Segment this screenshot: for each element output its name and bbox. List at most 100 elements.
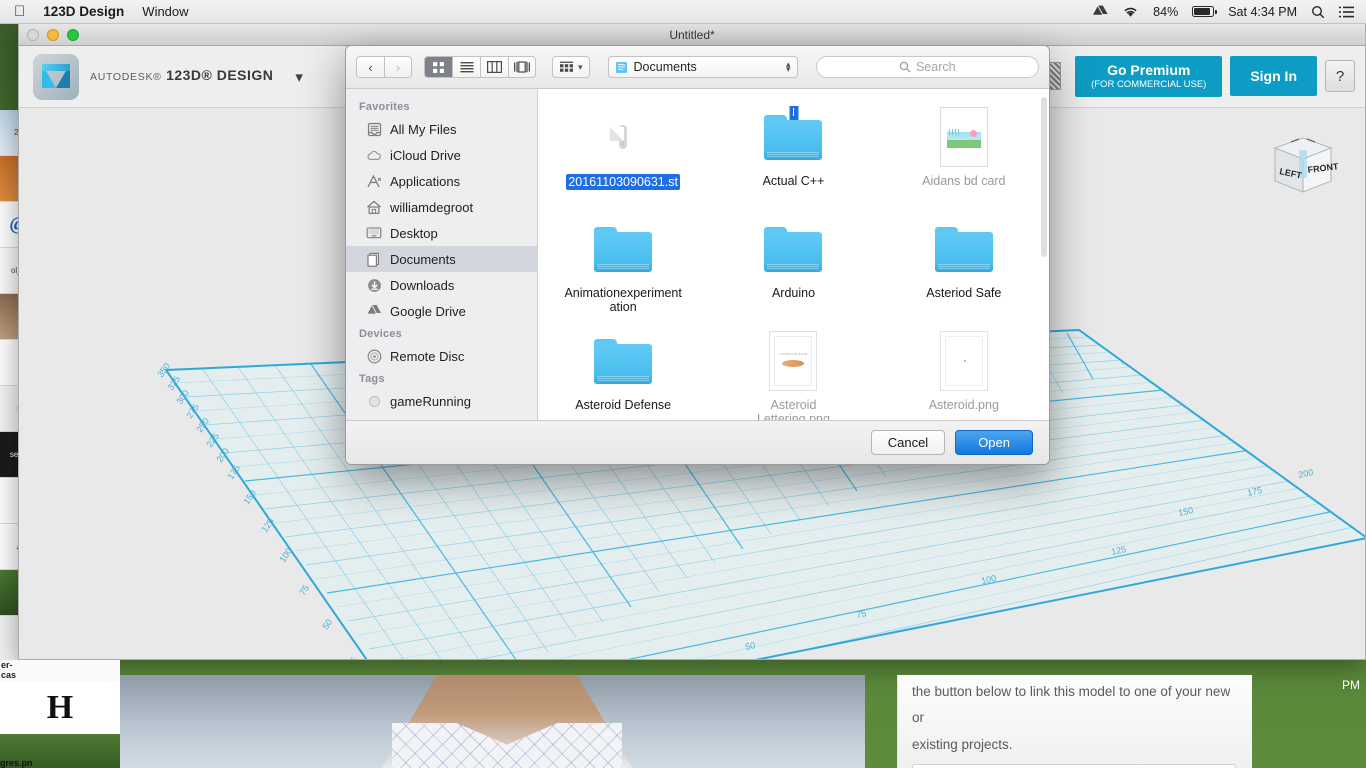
cancel-button[interactable]: Cancel: [870, 430, 946, 455]
svg-text:25: 25: [345, 655, 359, 659]
sidebar-item-desktop[interactable]: Desktop: [346, 220, 537, 246]
file-grid: 20161103090631.st l Actual C++ Aidans bd…: [538, 99, 1049, 420]
macos-menu-bar:  123D Design Window 84% Sat 4:34 PM: [0, 0, 1366, 24]
file-browser-pane[interactable]: 20161103090631.st l Actual C++ Aidans bd…: [538, 89, 1049, 420]
sidebar-item-downloads[interactable]: Downloads: [346, 272, 537, 298]
file-name-label: Animationexperimentation: [564, 286, 682, 315]
dialog-footer: Cancel Open: [346, 420, 1049, 464]
battery-icon[interactable]: [1192, 6, 1217, 17]
file-item[interactable]: Asteroid Defense: [538, 323, 708, 420]
sidebar-item-applications[interactable]: Applications: [346, 168, 537, 194]
menu-app-name[interactable]: 123D Design: [43, 4, 124, 19]
menu-window[interactable]: Window: [142, 4, 188, 19]
video-preview-window[interactable]: [117, 675, 865, 768]
folder-icon: [591, 217, 655, 281]
brand-text: AUTODESK® 123D® DESIGN: [90, 67, 273, 85]
image-preview-icon: [932, 105, 996, 169]
sidebar-item-home[interactable]: williamdegroot: [346, 194, 537, 220]
go-premium-sublabel: (FOR COMMERCIAL USE): [1091, 78, 1207, 90]
spotlight-search-icon[interactable]: [1311, 5, 1325, 19]
column-view-button[interactable]: [480, 56, 508, 78]
sidebar-item-all-my-files[interactable]: All My Files: [346, 116, 537, 142]
home-icon: [366, 199, 382, 215]
back-button[interactable]: ‹: [356, 56, 384, 78]
autodesk-logo-icon: [33, 53, 79, 100]
file-name-label: Asteriod Safe: [926, 286, 1002, 300]
sidebar-item-label: Remote Disc: [390, 348, 465, 364]
chevron-down-icon: ▾: [578, 61, 583, 72]
brand-line-1: AUTODESK®: [90, 71, 162, 84]
sidebar-item-google-drive[interactable]: Google Drive: [346, 298, 537, 324]
wifi-icon[interactable]: [1122, 5, 1139, 18]
sidebar-item-label: gameRunning: [390, 393, 471, 409]
documents-icon: [366, 251, 382, 267]
help-button[interactable]: ?: [1325, 60, 1355, 93]
panel-paragraph-line-2: existing projects.: [912, 736, 1013, 752]
coverflow-view-button[interactable]: [508, 56, 536, 78]
sidebar-item-icloud-drive[interactable]: iCloud Drive: [346, 142, 537, 168]
open-button[interactable]: Open: [955, 430, 1033, 455]
forward-button[interactable]: ›: [384, 56, 412, 78]
path-popup-button[interactable]: Documents ▴ ▾: [607, 56, 798, 78]
file-item[interactable]: Actual C++: [708, 99, 878, 211]
folder-icon: [761, 217, 825, 281]
file-item[interactable]: 20161103090631.st l: [538, 99, 798, 211]
view-cube[interactable]: LEFT FRONT: [1261, 126, 1341, 206]
svg-text:50: 50: [320, 617, 334, 631]
file-name-edit-field[interactable]: 20161103090631.st: [566, 174, 680, 191]
finder-open-dialog: ‹ › ▾ Documents ▴ ▾ Search Favorites All…: [345, 45, 1050, 465]
sidebar-item-label: iCloud Drive: [390, 147, 461, 163]
window-title-bar[interactable]: Untitled*: [19, 24, 1365, 46]
sidebar-item-documents[interactable]: Documents: [346, 246, 537, 272]
all-my-files-icon: [366, 121, 382, 137]
chevron-down-icon[interactable]: ▾: [295, 68, 303, 86]
downloads-icon: [366, 277, 382, 293]
menu-clock[interactable]: Sat 4:34 PM: [1228, 5, 1297, 19]
background-clock: PM: [1342, 678, 1360, 692]
google-drive-icon[interactable]: [1093, 5, 1108, 19]
dialog-sidebar: Favorites All My Files iCloud Drive Appl…: [346, 89, 538, 420]
apple-icon[interactable]: : [14, 4, 25, 19]
file-item[interactable]: ASTEROID SAFE Asteroid Lettering.png: [708, 323, 878, 420]
screen-root: 20 @ ol_h ◌ se64 ♫ er-cas H gres.pn  12…: [0, 0, 1366, 768]
document-file-icon: [591, 105, 655, 169]
sidebar-item-label: williamdegroot: [390, 199, 474, 215]
file-item[interactable]: Aidans bd card: [879, 99, 1049, 211]
link-model-to-project-button[interactable]: Link this model to a project: [912, 763, 1236, 768]
file-name-label: Actual C++: [762, 174, 825, 188]
sign-in-button[interactable]: Sign In: [1230, 56, 1317, 97]
brand-line-2: 123D® DESIGN: [166, 67, 274, 84]
battery-percent: 84%: [1153, 4, 1179, 19]
icon-view-button[interactable]: [424, 56, 452, 78]
svg-text:75: 75: [855, 608, 867, 620]
sidebar-item-label: Desktop: [390, 225, 438, 241]
file-item[interactable]: Arduino: [708, 211, 878, 323]
link-model-panel: the button below to link this model to o…: [897, 675, 1252, 768]
arrange-by-button[interactable]: ▾: [552, 56, 590, 78]
file-list-scrollbar[interactable]: [1041, 97, 1047, 257]
sidebar-item-label: Documents: [390, 251, 456, 267]
svg-text:75: 75: [297, 583, 311, 597]
notification-center-icon[interactable]: [1339, 6, 1354, 18]
sidebar-item-label: Downloads: [390, 277, 455, 293]
file-item[interactable]: Animationexperimentation: [538, 211, 708, 323]
list-view-button[interactable]: [452, 56, 480, 78]
file-name-label: Arduino: [771, 286, 816, 300]
sidebar-section-favorites: Favorites: [359, 101, 410, 113]
svg-text:200: 200: [1297, 467, 1314, 480]
bg-row: gres.pn: [0, 734, 120, 768]
image-preview-icon: ASTEROID SAFE: [761, 329, 825, 393]
sidebar-item-tag-gamerunning[interactable]: gameRunning: [346, 388, 537, 414]
file-item[interactable]: Asteriod Safe: [879, 211, 1049, 323]
toolbar-right-group: Go Premium (FOR COMMERCIAL USE) Sign In …: [1033, 55, 1355, 98]
sidebar-section-tags: Tags: [359, 373, 385, 385]
bg-row: H: [0, 682, 120, 734]
file-item[interactable]: Asteroid.png: [879, 323, 1049, 420]
sidebar-item-remote-disc[interactable]: Remote Disc: [346, 343, 537, 369]
sidebar-item-label: Google Drive: [390, 303, 466, 319]
background-window-bottom-left[interactable]: er-cas H gres.pn: [0, 660, 120, 768]
svg-text:50: 50: [744, 640, 756, 652]
go-premium-button[interactable]: Go Premium (FOR COMMERCIAL USE): [1075, 55, 1223, 98]
documents-folder-icon: [615, 61, 627, 73]
search-field[interactable]: Search: [815, 56, 1039, 78]
